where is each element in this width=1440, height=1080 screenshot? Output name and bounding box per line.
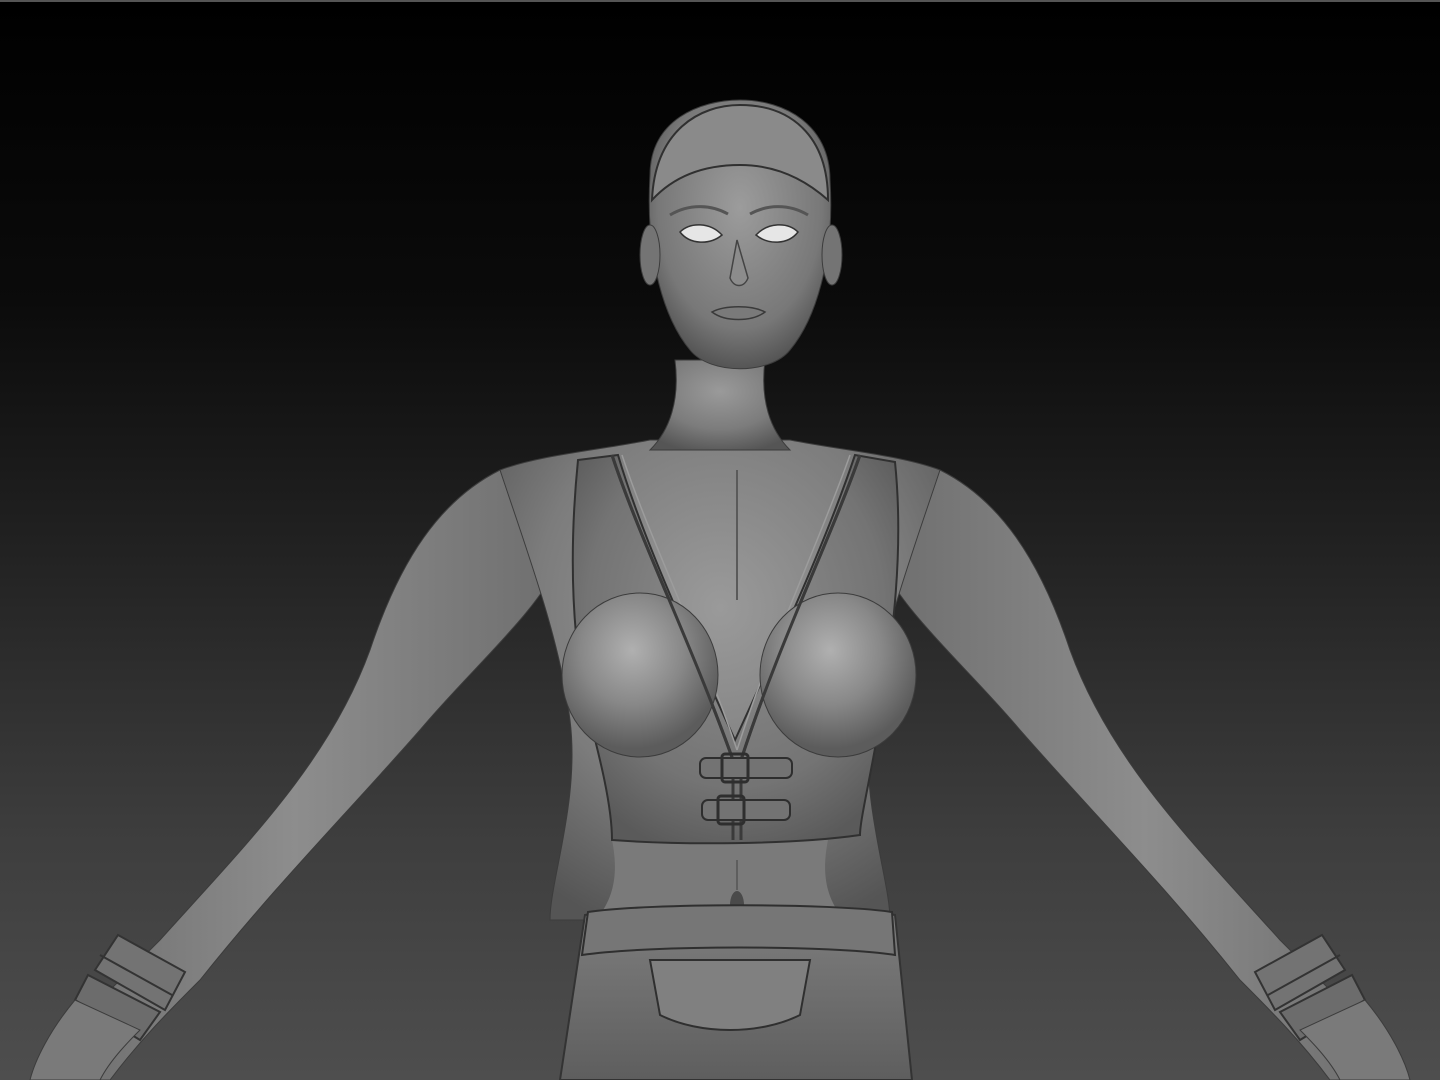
3d-viewport[interactable] <box>0 0 1440 1080</box>
right-breast <box>759 592 917 758</box>
vest-buckle-lower <box>701 794 791 826</box>
left-ear <box>639 224 661 286</box>
right-ear <box>821 224 843 286</box>
abdomen <box>600 840 840 915</box>
left-breast <box>561 592 719 758</box>
neck <box>648 359 792 451</box>
sculpt-render <box>29 99 1411 1080</box>
vest-buckle-upper <box>699 752 793 784</box>
belt <box>580 904 897 957</box>
belt-pouch <box>648 959 812 1031</box>
